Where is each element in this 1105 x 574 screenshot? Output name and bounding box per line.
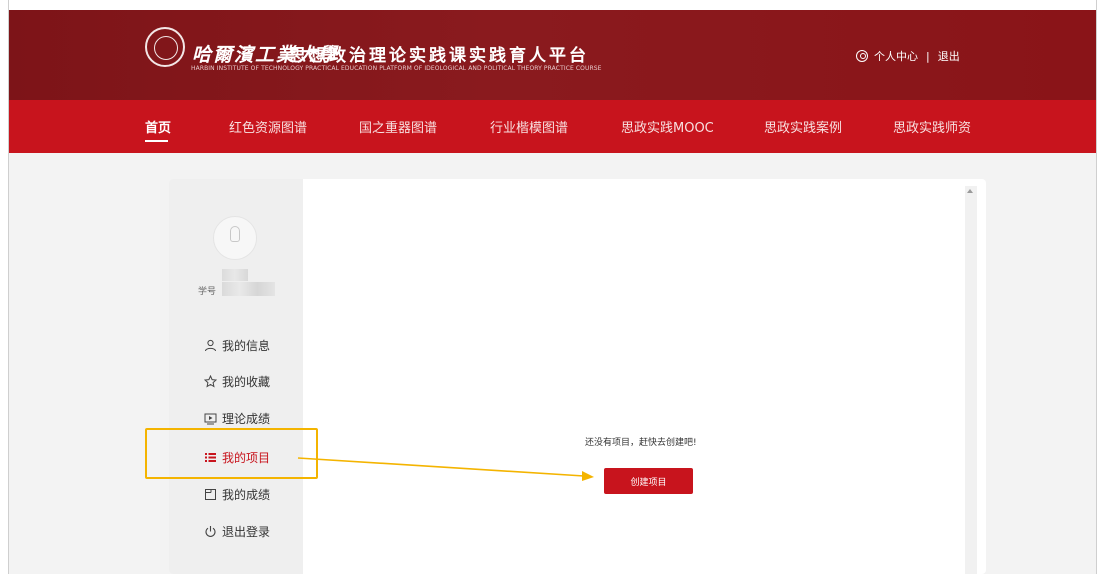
app-window: 哈爾濱工業大學 思想政治理论实践课实践育人平台 HARBIN INSTITUTE… (0, 0, 1105, 574)
annotation-arrow (297, 457, 594, 481)
